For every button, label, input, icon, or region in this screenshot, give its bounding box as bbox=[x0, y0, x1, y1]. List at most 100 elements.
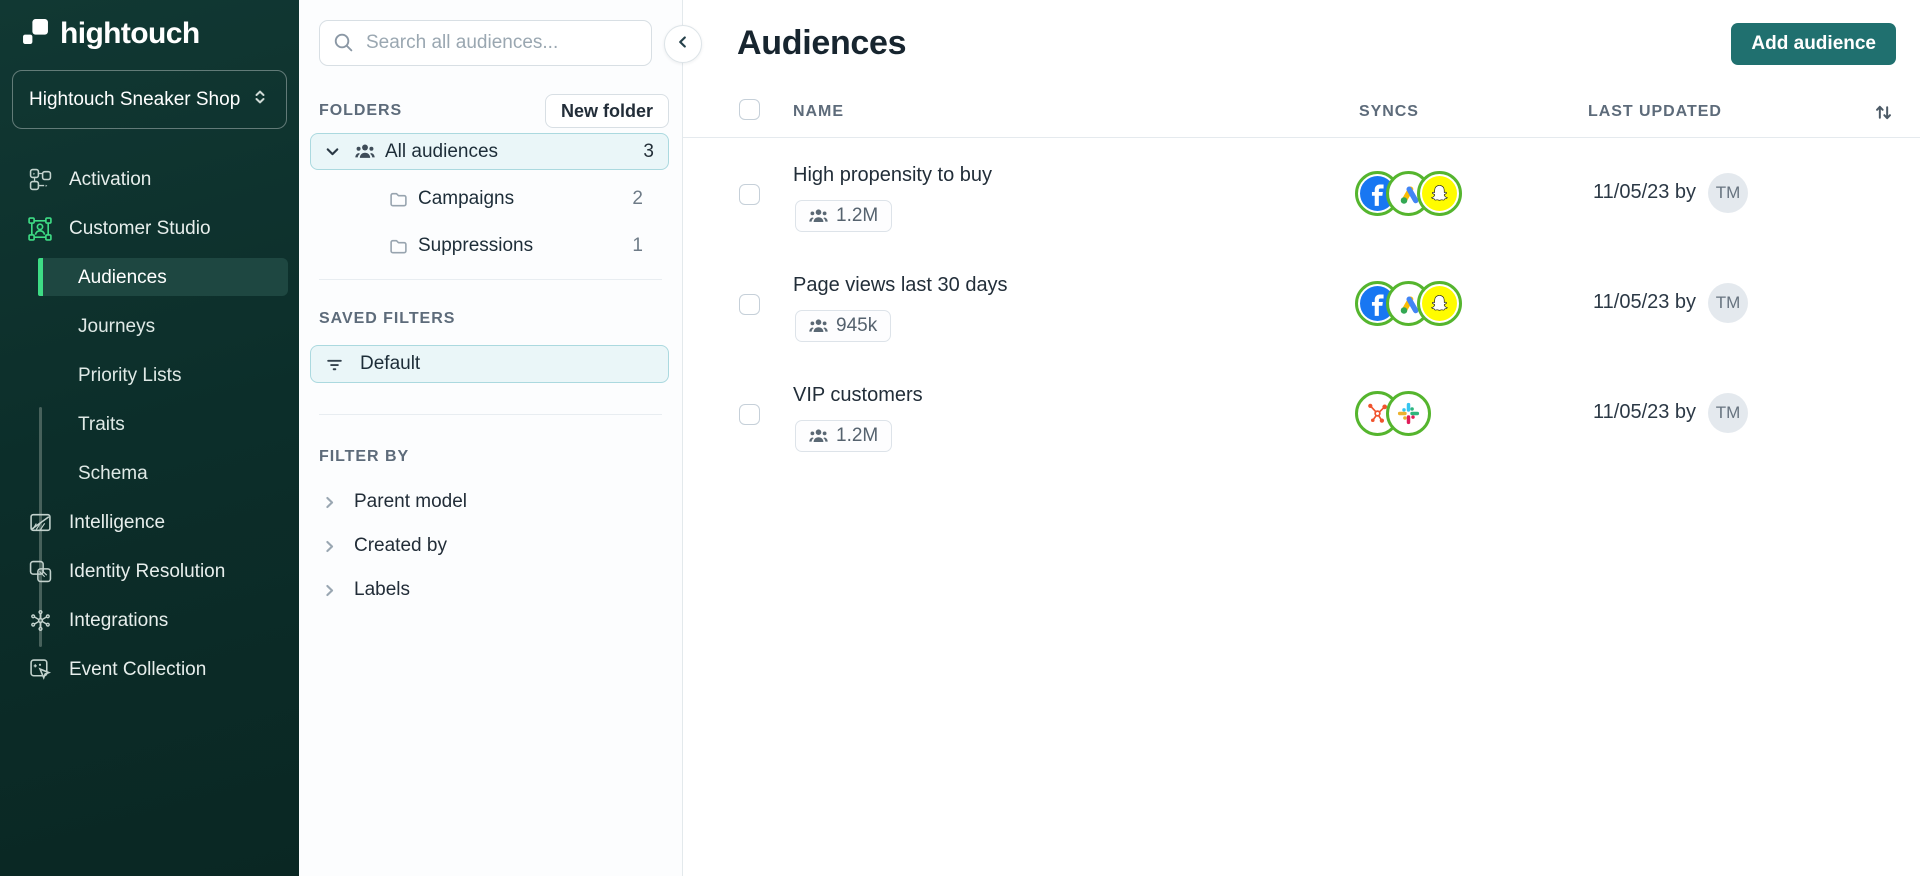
folder-campaigns[interactable]: Campaigns 2 bbox=[310, 180, 669, 217]
column-header-name: NAME bbox=[793, 103, 844, 120]
chevron-down-icon[interactable] bbox=[324, 143, 341, 160]
main-content: Audiences Add audience NAME SYNCS LAST U… bbox=[683, 0, 1920, 876]
folder-count: 3 bbox=[643, 140, 654, 162]
sidebar-item-schema[interactable]: Schema bbox=[0, 449, 299, 498]
app-window: hightouch Hightouch Sneaker Shop Activat… bbox=[0, 0, 1920, 876]
add-audience-button[interactable]: Add audience bbox=[1731, 23, 1896, 65]
avatar: TM bbox=[1708, 173, 1748, 213]
sync-icon-snapchat[interactable] bbox=[1417, 281, 1462, 326]
folder-count: 1 bbox=[632, 234, 643, 256]
audiences-side-panel: FOLDERS New folder All audiences 3 Campa… bbox=[299, 0, 683, 876]
row-checkbox[interactable] bbox=[739, 294, 760, 315]
folder-count: 2 bbox=[632, 187, 643, 209]
audience-name: Page views last 30 days bbox=[793, 274, 1008, 296]
brand-name: hightouch bbox=[60, 17, 200, 50]
audience-table: High propensity to buy 1.2M 11/05/23 by … bbox=[683, 138, 1920, 468]
people-icon bbox=[809, 318, 828, 334]
sidebar-item-label: Integrations bbox=[69, 609, 169, 631]
last-updated-text: 11/05/23 by bbox=[1593, 401, 1697, 423]
sidebar-item-priority-lists[interactable]: Priority Lists bbox=[0, 351, 299, 400]
collapse-panel-button[interactable] bbox=[664, 25, 702, 63]
audience-size: 1.2M bbox=[836, 205, 879, 226]
row-checkbox[interactable] bbox=[739, 184, 760, 205]
filter-group-created-by[interactable]: Created by bbox=[299, 525, 682, 567]
audience-size: 945k bbox=[836, 315, 878, 336]
sort-arrows-icon bbox=[1875, 105, 1891, 119]
page-title: Audiences bbox=[737, 24, 907, 62]
audience-name: High propensity to buy bbox=[793, 164, 993, 186]
folder-icon bbox=[389, 237, 408, 255]
sidebar-item-label: Intelligence bbox=[69, 511, 166, 533]
search-input[interactable] bbox=[319, 20, 652, 66]
sidebar-item-integrations[interactable]: Integrations bbox=[0, 596, 299, 645]
hightouch-logo-icon bbox=[22, 18, 49, 50]
search-icon bbox=[333, 32, 354, 58]
folder-name: All audiences bbox=[385, 140, 499, 162]
saved-filter-name: Default bbox=[360, 353, 421, 374]
sidebar-item-label: Event Collection bbox=[69, 658, 207, 680]
folder-suppressions[interactable]: Suppressions 1 bbox=[310, 227, 669, 264]
people-icon bbox=[809, 208, 828, 224]
sync-icon-slack[interactable] bbox=[1386, 391, 1431, 436]
event-collection-icon bbox=[28, 658, 52, 682]
audience-size-badge: 1.2M bbox=[795, 420, 893, 452]
avatar: TM bbox=[1708, 283, 1748, 323]
select-all-checkbox[interactable] bbox=[739, 99, 760, 120]
saved-filters-section-label: SAVED FILTERS bbox=[319, 310, 456, 327]
people-icon bbox=[809, 428, 828, 444]
folder-name: Campaigns bbox=[418, 187, 515, 209]
table-row[interactable]: Page views last 30 days 945k 11/05/23 by… bbox=[683, 248, 1920, 358]
workflow-icon bbox=[28, 168, 52, 192]
sidebar-item-activation[interactable]: Activation bbox=[0, 155, 299, 204]
sidebar-item-journeys[interactable]: Journeys bbox=[0, 302, 299, 351]
sidebar-item-identity-resolution[interactable]: Identity Resolution bbox=[0, 547, 299, 596]
folder-all-audiences[interactable]: All audiences 3 bbox=[310, 133, 669, 170]
sidebar-item-customer-studio[interactable]: Customer Studio bbox=[0, 204, 299, 253]
chevron-right-icon bbox=[321, 538, 338, 555]
filter-group-parent-model[interactable]: Parent model bbox=[299, 481, 682, 523]
chevron-right-icon bbox=[321, 494, 338, 511]
row-checkbox[interactable] bbox=[739, 404, 760, 425]
hightouch-logo[interactable]: hightouch bbox=[22, 17, 200, 51]
sync-destinations bbox=[1355, 171, 1462, 216]
saved-filter-default[interactable]: Default bbox=[310, 345, 669, 383]
sync-destinations bbox=[1355, 281, 1462, 326]
filter-by-section-label: FILTER BY bbox=[319, 448, 410, 465]
sort-button[interactable] bbox=[1868, 97, 1898, 127]
folders-section-label: FOLDERS bbox=[319, 102, 403, 119]
column-header-last-updated: LAST UPDATED bbox=[1588, 103, 1722, 120]
last-updated-text: 11/05/23 by bbox=[1593, 181, 1697, 203]
audience-name: VIP customers bbox=[793, 384, 923, 406]
intelligence-icon bbox=[28, 511, 52, 535]
integrations-icon bbox=[28, 609, 52, 633]
sidebar-item-label: Identity Resolution bbox=[69, 560, 226, 582]
audience-size: 1.2M bbox=[836, 425, 879, 446]
avatar: TM bbox=[1708, 393, 1748, 433]
sidebar-item-label: Activation bbox=[69, 168, 152, 190]
panel-divider bbox=[319, 414, 662, 415]
chevron-left-icon bbox=[674, 33, 692, 56]
folder-icon bbox=[389, 190, 408, 208]
table-row[interactable]: VIP customers 1.2M 11/05/23 by TM bbox=[683, 358, 1920, 468]
folder-name: Suppressions bbox=[418, 234, 534, 256]
workspace-name: Hightouch Sneaker Shop bbox=[29, 88, 241, 110]
table-header: NAME SYNCS LAST UPDATED bbox=[683, 95, 1920, 138]
sidebar-item-intelligence[interactable]: Intelligence bbox=[0, 498, 299, 547]
workspace-selector[interactable]: Hightouch Sneaker Shop bbox=[12, 70, 287, 129]
filter-icon bbox=[325, 355, 344, 374]
sync-icon-snapchat[interactable] bbox=[1417, 171, 1462, 216]
chevron-up-down-icon bbox=[250, 87, 270, 113]
customer-studio-icon bbox=[28, 216, 52, 241]
sidebar-item-traits[interactable]: Traits bbox=[0, 400, 299, 449]
sidebar-item-audiences[interactable]: Audiences bbox=[0, 253, 299, 302]
new-folder-button[interactable]: New folder bbox=[544, 94, 669, 128]
sync-destinations bbox=[1355, 391, 1431, 436]
chevron-right-icon bbox=[321, 582, 338, 599]
filter-group-labels[interactable]: Labels bbox=[299, 569, 682, 611]
table-row[interactable]: High propensity to buy 1.2M 11/05/23 by … bbox=[683, 138, 1920, 248]
identity-icon bbox=[28, 560, 52, 584]
panel-divider bbox=[319, 279, 662, 280]
sidebar-item-event-collection[interactable]: Event Collection bbox=[0, 645, 299, 694]
audience-size-badge: 945k bbox=[795, 310, 892, 342]
people-icon bbox=[355, 143, 375, 160]
